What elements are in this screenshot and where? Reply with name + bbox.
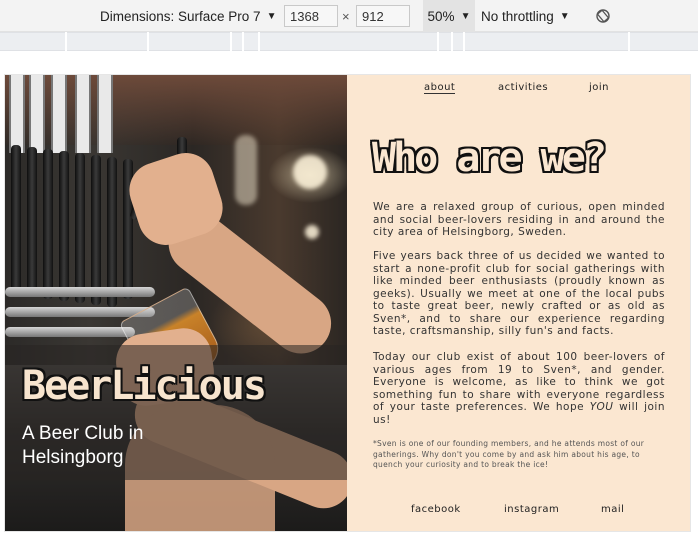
intro-paragraph: We are a relaxed group of curious, open … [373, 201, 665, 238]
zoom-label: 50% [427, 8, 455, 24]
dimensions-label: Dimensions: Surface Pro 7 [100, 8, 261, 24]
social-footer: facebook instagram mail [347, 504, 690, 518]
footer-link-facebook[interactable]: facebook [411, 504, 461, 515]
membership-emphasis: YOU [589, 401, 614, 413]
throttle-dropdown[interactable]: No throttling ▼ [481, 0, 570, 32]
throttle-label: No throttling [481, 8, 554, 24]
media-query-ruler[interactable] [0, 32, 698, 51]
top-nav: about activities join [347, 82, 690, 98]
dimensions-dropdown[interactable]: Dimensions: Surface Pro 7 ▼ [100, 0, 276, 32]
device-toolbar: Dimensions: Surface Pro 7 ▼ 1368 × 912 5… [0, 0, 698, 32]
nav-link-activities[interactable]: activities [498, 82, 548, 93]
chevron-down-icon: ▼ [266, 10, 277, 22]
membership-paragraph: Today our club exist of about 100 beer-l… [373, 351, 665, 426]
device-viewport: BeerLicious A Beer Club in Helsingborg a… [5, 75, 690, 531]
nav-link-about[interactable]: about [424, 82, 456, 94]
chevron-down-icon: ▼ [559, 10, 570, 22]
footer-link-instagram[interactable]: instagram [504, 504, 559, 515]
width-input[interactable]: 1368 [284, 5, 338, 27]
nav-link-join[interactable]: join [589, 82, 609, 93]
rotate-icon [596, 9, 610, 23]
brand-logo-text: BeerLicious [22, 363, 267, 409]
footer-link-mail[interactable]: mail [601, 504, 624, 515]
height-input[interactable]: 912 [356, 5, 410, 27]
about-panel: about activities join Who are we? We are… [347, 75, 690, 531]
chevron-down-icon: ▼ [460, 10, 471, 22]
history-paragraph: Five years back three of us decided we w… [373, 250, 665, 337]
zoom-dropdown[interactable]: 50% ▼ [423, 0, 475, 32]
footnote: *Sven is one of our founding members, an… [373, 439, 645, 469]
times-separator: × [342, 8, 350, 24]
hero-tagline: A Beer Club in Helsingborg [22, 423, 144, 468]
rotate-button[interactable] [594, 0, 612, 32]
page-title: Who are we? [372, 135, 607, 181]
